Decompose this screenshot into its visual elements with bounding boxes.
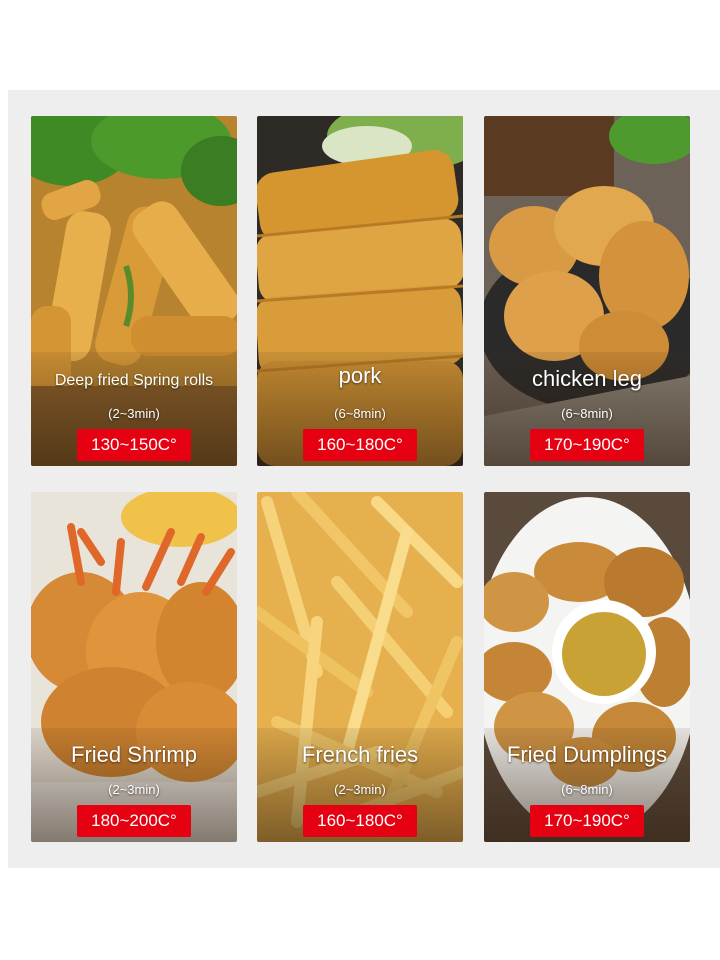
cook-time: (2~3min) <box>334 782 386 797</box>
cook-time: (2~3min) <box>108 406 160 421</box>
temperature-badge: 160~180C° <box>303 805 417 837</box>
food-name: Fried Shrimp <box>71 742 197 767</box>
temperature-badge: 170~190C° <box>530 805 644 837</box>
food-name: chicken leg <box>531 366 643 391</box>
temperature-badge: 180~200C° <box>77 805 191 837</box>
cook-time: (2~3min) <box>108 782 160 797</box>
food-card-pork: pork (6~8min) 160~180C° <box>257 116 463 466</box>
food-name: pork <box>338 363 382 388</box>
cook-time: (6~8min) <box>561 782 613 797</box>
temperature-badge: 130~150C° <box>77 429 191 461</box>
food-card-french-fries: French fries (2~3min) 160~180C° <box>257 492 463 842</box>
cook-time: (6~8min) <box>334 406 386 421</box>
food-card-fried-dumplings: Fried Dumplings (6~8min) 170~190C° <box>484 492 690 842</box>
food-card-spring-rolls: Deep fried Spring rolls (2~3min) 130~150… <box>31 116 237 466</box>
food-card-fried-shrimp: Fried Shrimp (2~3min) 180~200C° <box>31 492 237 842</box>
cook-time: (6~8min) <box>561 406 613 421</box>
food-card-chicken-leg: chicken leg (6~8min) 170~190C° <box>484 116 690 466</box>
temperature-badge: 170~190C° <box>530 429 644 461</box>
food-name: Fried Dumplings <box>506 742 668 767</box>
food-name: French fries <box>301 742 419 767</box>
temperature-badge: 160~180C° <box>303 429 417 461</box>
food-name: Deep fried Spring rolls <box>54 372 214 389</box>
